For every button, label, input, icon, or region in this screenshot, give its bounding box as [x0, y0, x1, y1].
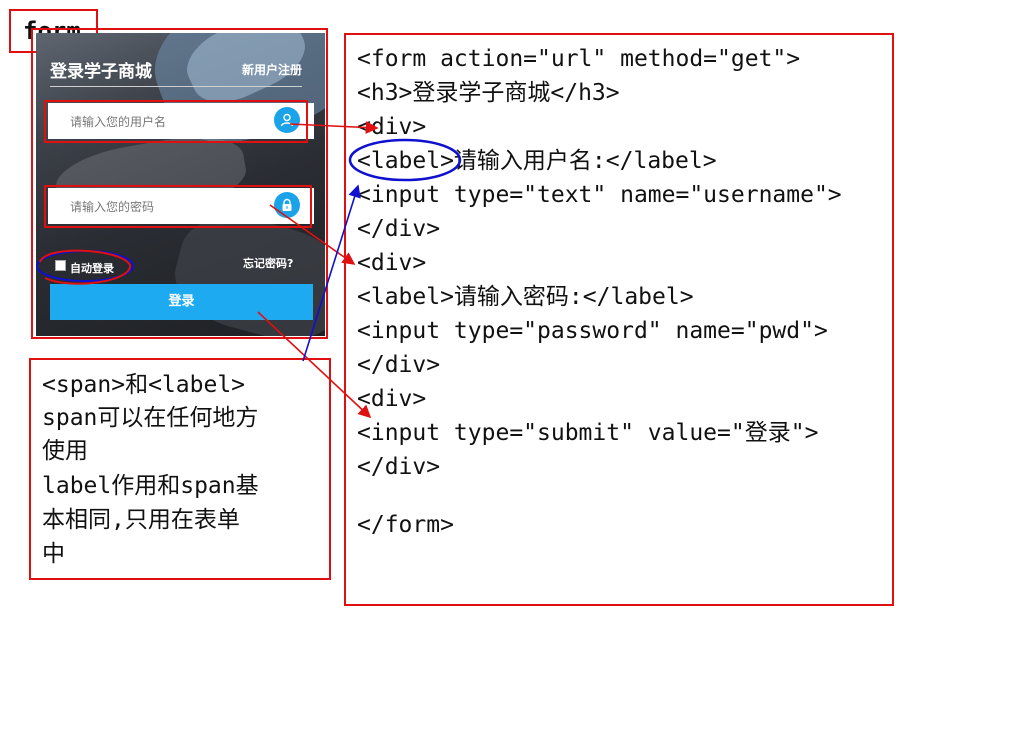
note-line: span可以在任何地方: [42, 405, 259, 431]
register-link[interactable]: 新用户注册: [242, 61, 302, 78]
forgot-password-link[interactable]: 忘记密码?: [243, 255, 293, 271]
code-line: <label>请输入用户名:</label>: [357, 148, 717, 174]
note-line: 中: [42, 541, 65, 567]
code-line: <div>: [357, 250, 427, 276]
code-line: <label>请输入密码:</label>: [357, 284, 694, 310]
title-divider: [50, 86, 302, 87]
auto-login-checkbox[interactable]: [55, 260, 66, 271]
note-line: 使用: [42, 438, 88, 464]
code-line: <input type="text" name="username">: [357, 182, 842, 208]
login-button[interactable]: 登录: [50, 284, 313, 320]
code-line: <div>: [357, 386, 427, 412]
auto-login-label: 自动登录: [70, 262, 114, 275]
code-line: <div>: [357, 114, 427, 140]
login-title: 登录学子商城: [50, 62, 152, 82]
note-line: <span>和<label>: [42, 372, 246, 398]
code-line: <form action="url" method="get">: [357, 46, 801, 72]
code-line: <h3>登录学子商城</h3>: [357, 80, 620, 106]
note-line: label作用和span基: [42, 473, 259, 499]
note-line: 本相同,只用在表单: [42, 507, 240, 533]
username-highlight-box: [44, 100, 308, 143]
code-line: </div>: [357, 454, 441, 480]
code-line: </div>: [357, 352, 441, 378]
password-highlight-box: [44, 185, 312, 228]
code-line: <input type="submit" value="登录">: [357, 420, 819, 446]
code-line: </form>: [357, 512, 454, 538]
code-line: </div>: [357, 216, 441, 242]
code-line: <input type="password" name="pwd">: [357, 318, 828, 344]
